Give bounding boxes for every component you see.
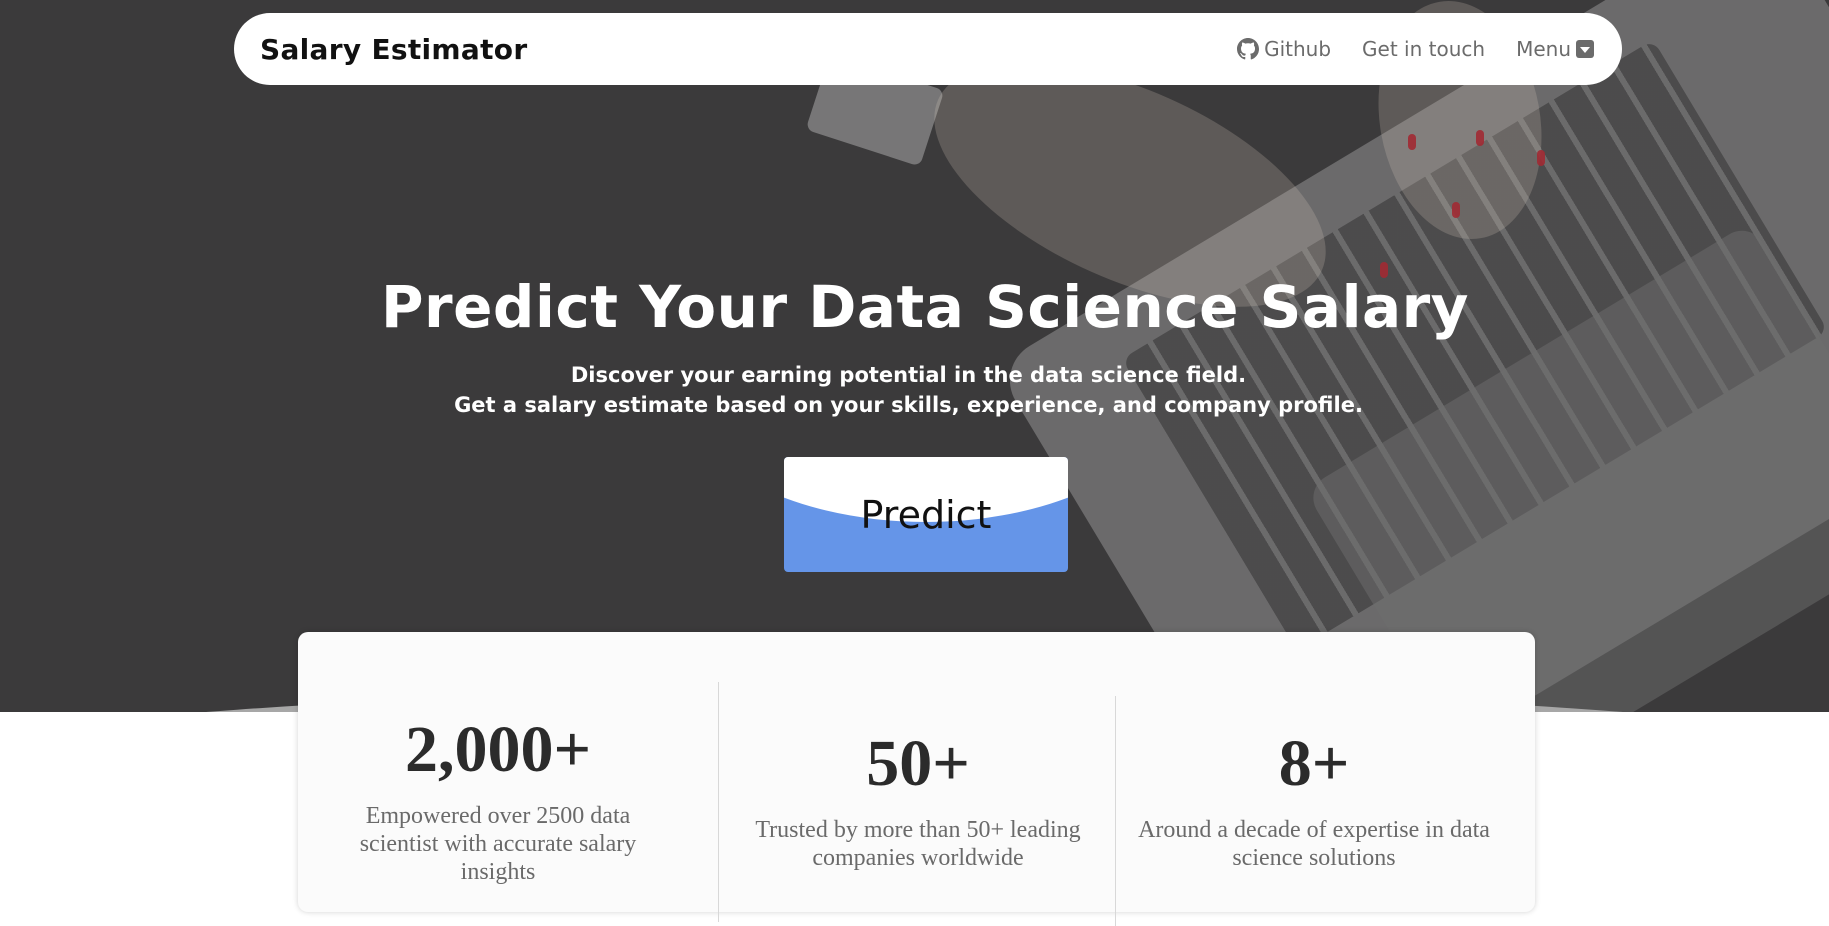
stats-card: 2,000+ Empowered over 2500 data scientis… bbox=[298, 632, 1535, 926]
stat-description: Around a decade of expertise in data sci… bbox=[1138, 817, 1490, 871]
menu-dropdown[interactable]: Menu bbox=[1516, 37, 1594, 61]
hero-subtitle: Discover your earning potential in the d… bbox=[0, 360, 1817, 420]
stat-description: Empowered over 2500 data scientist with … bbox=[359, 803, 637, 885]
stat-item: 50+ Trusted by more than 50+ leading com… bbox=[738, 632, 1098, 912]
brand-logo[interactable]: Salary Estimator bbox=[260, 33, 527, 66]
github-icon bbox=[1237, 38, 1260, 60]
github-link[interactable]: Github bbox=[1237, 37, 1331, 61]
stat-divider bbox=[718, 682, 719, 922]
hero-background-nail bbox=[1537, 150, 1545, 166]
github-link-label: Github bbox=[1264, 37, 1332, 61]
hero-title: Predict Your Data Science Salary bbox=[380, 273, 1469, 341]
caret-down-icon bbox=[1576, 40, 1594, 58]
hero-background-nail bbox=[1408, 134, 1416, 150]
stat-item: 2,000+ Empowered over 2500 data scientis… bbox=[338, 632, 658, 912]
stat-value: 2,000+ bbox=[404, 713, 592, 786]
hero-background-nail bbox=[1452, 202, 1460, 218]
predict-button[interactable]: Predict bbox=[784, 457, 1068, 572]
predict-button-label: Predict bbox=[860, 492, 992, 537]
menu-label: Menu bbox=[1516, 37, 1571, 61]
get-in-touch-label: Get in touch bbox=[1362, 37, 1486, 61]
stat-description: Trusted by more than 50+ leading compani… bbox=[755, 817, 1081, 871]
hero-section: Predict Your Data Science Salary Discove… bbox=[0, 0, 1829, 732]
stat-item: 8+ Around a decade of expertise in data … bbox=[1134, 632, 1494, 912]
stat-divider bbox=[1115, 696, 1116, 926]
hero-background-nail bbox=[1476, 130, 1484, 146]
nav-links: Github Get in touch Menu bbox=[1237, 37, 1594, 61]
navbar: Salary Estimator Github Get in touch Men… bbox=[234, 13, 1622, 85]
hero-subtitle-line: Discover your earning potential in the d… bbox=[570, 363, 1247, 387]
get-in-touch-link[interactable]: Get in touch bbox=[1362, 37, 1485, 61]
stat-value: 50+ bbox=[866, 727, 970, 800]
hero-subtitle-line: Get a salary estimate based on your skil… bbox=[454, 393, 1363, 417]
stat-value: 8+ bbox=[1278, 727, 1350, 800]
